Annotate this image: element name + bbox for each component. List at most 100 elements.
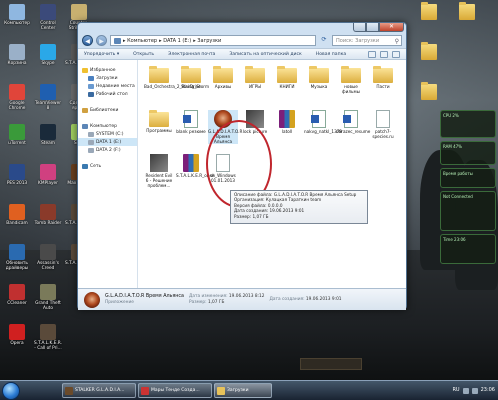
file-list: Bad_Orchestra_2_Rising_Storm StarDrive Арх…	[140, 64, 404, 286]
desktop-folder[interactable]	[414, 42, 444, 61]
desktop-shortcut-label: Steam	[41, 141, 55, 146]
file-item[interactable]: Программы	[144, 110, 174, 133]
desktop-folder[interactable]	[414, 82, 444, 101]
new-folder-button[interactable]: Новая папка	[316, 52, 346, 57]
desktop-shortcut[interactable]: Steam	[33, 124, 63, 146]
pes-icon	[9, 164, 25, 180]
maximize-button[interactable]	[366, 23, 379, 32]
desktop-shortcut[interactable]: uTorrent	[2, 124, 32, 146]
clock[interactable]: 23:06	[481, 383, 495, 398]
desktop-shortcut[interactable]: Opera	[2, 324, 32, 346]
desktop-shortcut[interactable]: S.T.A.L.K.E.R. - Call of Pri...	[33, 324, 63, 351]
desktop-shortcut[interactable]: Assassin's Creed	[33, 244, 63, 271]
refresh-icon[interactable]: ⟳	[319, 35, 329, 46]
chrome-icon	[9, 84, 25, 100]
file-item[interactable]: StarDrive	[176, 66, 206, 89]
desktop-folder[interactable]	[414, 2, 444, 21]
file-item[interactable]: S.T.A.L.K.E.R_obse	[176, 154, 214, 178]
desktop-shortcut[interactable]: Tomb Raider	[33, 204, 63, 226]
desktop-shortcut-label: S.T.A.L.K.E.R. - Call of Pri...	[33, 341, 63, 351]
desktop-shortcut[interactable]: Корзина	[2, 44, 32, 66]
drivers-icon	[9, 244, 25, 260]
nav-item[interactable]: Недавние места	[78, 82, 137, 90]
wallpaper-sign	[300, 358, 362, 370]
view-options-icon[interactable]	[368, 50, 376, 58]
file-item[interactable]: ИГРЫ	[240, 66, 270, 89]
file-item[interactable]: Resident Evil 6 - Решение проблем...	[144, 154, 174, 188]
folder-icon	[421, 2, 437, 20]
burn-button[interactable]: Записать на оптический диск	[229, 52, 301, 57]
desktop-shortcut[interactable]: CCleaner	[2, 284, 32, 306]
taskbar-button-browser[interactable]: Мары Тенде Созда...	[138, 383, 212, 398]
gta-icon	[40, 284, 56, 300]
close-button[interactable]: ✕	[379, 23, 404, 32]
skype-icon	[40, 44, 56, 60]
nav-item[interactable]: Избранное	[78, 66, 137, 74]
nav-item[interactable]: SYSTEM (C:)	[78, 130, 137, 138]
file-item[interactable]: obrazec_resume	[336, 110, 370, 134]
nav-item[interactable]: Библиотеки	[78, 106, 137, 114]
volume-tray-icon[interactable]	[471, 387, 478, 394]
desktop-shortcut[interactable]: KMPlayer	[33, 164, 63, 186]
desktop-shortcut[interactable]: Google Chrome	[2, 84, 32, 111]
email-button[interactable]: Электронная почта	[168, 52, 215, 57]
forward-button[interactable]: ▶	[96, 35, 107, 46]
tooltip-line: Размер: 1,07 ГБ	[234, 213, 269, 219]
search-input[interactable]: Поиск: Загрузки ⚲	[332, 35, 402, 46]
desktop-shortcut[interactable]: Обновить драйверы	[2, 244, 32, 271]
network-tray-icon[interactable]	[462, 387, 469, 394]
file-item[interactable]: КНИГИ	[272, 66, 302, 89]
nav-item[interactable]: DATA 1 (E:)	[78, 138, 137, 146]
nav-item[interactable]: Сеть	[78, 162, 137, 170]
open-button[interactable]: Открыть	[133, 52, 154, 57]
breadcrumb-root[interactable]: ▸ Компьютер	[123, 38, 157, 44]
minimize-button[interactable]	[353, 23, 366, 32]
folder-icon	[277, 66, 297, 83]
breadcrumb-folder[interactable]: ▸ Загрузки	[193, 38, 221, 44]
breadcrumb-drive[interactable]: ▸ DATA 1 (E:)	[159, 38, 191, 44]
file-item[interactable]: Пасти	[368, 66, 398, 89]
back-button[interactable]: ◀	[82, 35, 93, 46]
details-created: 19.06.2013 9:01	[305, 296, 342, 302]
file-item[interactable]: новые фильмы	[336, 66, 366, 94]
help-icon[interactable]	[392, 50, 400, 58]
rar-icon	[183, 154, 199, 172]
preview-pane-icon[interactable]	[380, 50, 388, 58]
nav-item[interactable]: DATA 2 (F:)	[78, 146, 137, 154]
desktop-shortcut[interactable]: Skype	[33, 44, 63, 66]
language-indicator[interactable]: RU	[452, 383, 459, 398]
folder-icon	[149, 110, 169, 127]
taskbar-button-stalker[interactable]: STALKER G.L.A.D.I.A...	[62, 383, 136, 398]
desktop-shortcut[interactable]: Grand Theft Auto	[33, 284, 63, 311]
utorrent-icon	[9, 124, 25, 140]
file-item[interactable]: latoll	[272, 110, 302, 134]
desktop-shortcut[interactable]: Компьютер	[2, 4, 32, 26]
folder-icon	[459, 2, 475, 20]
file-item[interactable]: blank резюме	[176, 110, 206, 134]
cs-icon	[71, 4, 87, 20]
taskbar-button-explorer[interactable]: Загрузки	[214, 383, 272, 398]
word-icon	[343, 110, 358, 128]
desktop-folder[interactable]	[452, 2, 482, 21]
organize-button[interactable]: Упорядочить ▾	[84, 52, 119, 57]
details-name-col: G.L.A.D.I.A.T.O.R Время Альянса Приложен…	[105, 294, 184, 306]
desktop-shortcut[interactable]: PES 2013	[2, 164, 32, 186]
title-bar[interactable]: ✕	[78, 23, 406, 33]
file-item[interactable]: patch7-species.ru	[368, 110, 398, 139]
drive-icon	[88, 147, 94, 153]
folder-icon	[245, 66, 265, 83]
address-bar[interactable]: ▸ Компьютер ▸ DATA 1 (E:) ▸ Загрузки	[110, 35, 316, 46]
file-item[interactable]: Bad_Orchestra_2_Rising_Storm	[144, 66, 209, 89]
desktop-shortcut[interactable]: Bandicam	[2, 204, 32, 226]
start-button[interactable]	[2, 382, 20, 400]
file-item[interactable]: Архивы	[208, 66, 238, 89]
desktop-shortcut[interactable]: Control Center	[33, 4, 63, 31]
nav-item[interactable]: Компьютер	[78, 122, 137, 130]
details-modified: 19.06.2013 8:12	[228, 293, 265, 299]
nav-item[interactable]: Рабочий стол	[78, 90, 137, 98]
file-item[interactable]: Музыка	[304, 66, 334, 89]
nav-item[interactable]: Загрузки	[78, 74, 137, 82]
file-item[interactable]: nakvg_natkl_1379	[304, 110, 342, 134]
desktop-shortcut[interactable]: TeamViewer 8	[33, 84, 63, 111]
desktop-shortcut-label: Bandicam	[6, 221, 28, 226]
